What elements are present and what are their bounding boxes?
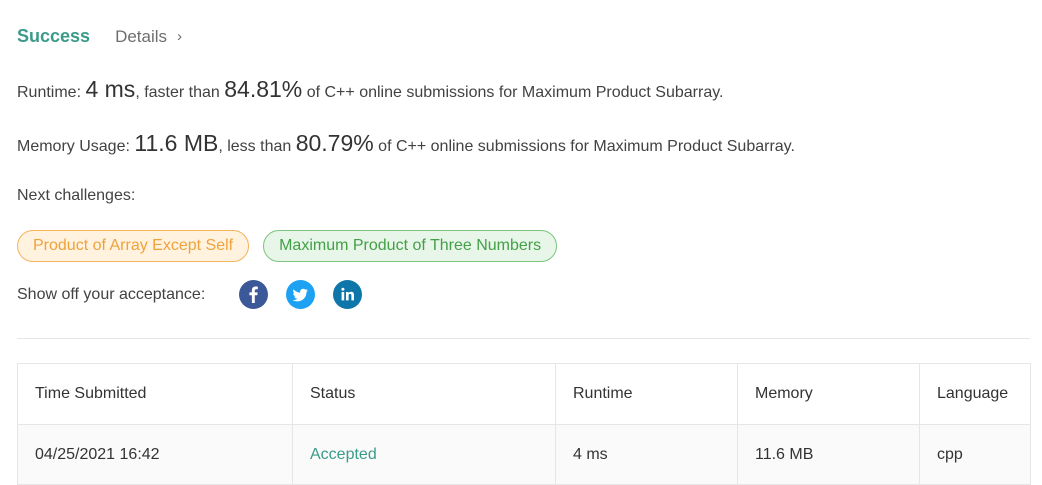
table-header-row: Time Submitted Status Runtime Memory Lan…: [17, 363, 1031, 425]
success-status: Success: [17, 26, 91, 46]
header-memory: Memory: [737, 363, 920, 425]
cell-runtime: 4 ms: [555, 424, 738, 485]
share-label: Show off your acceptance:: [17, 285, 206, 303]
linkedin-glyph: [341, 287, 355, 301]
twitter-glyph: [292, 288, 309, 302]
share-row: Show off your acceptance:: [17, 280, 380, 309]
accepted-link[interactable]: Accepted: [310, 446, 377, 463]
divider: [17, 338, 1030, 339]
facebook-icon[interactable]: [239, 280, 269, 309]
facebook-glyph: [249, 286, 259, 303]
details-link[interactable]: Details ›: [115, 27, 182, 47]
header-language: Language: [919, 363, 1031, 425]
linkedin-icon[interactable]: [333, 280, 363, 309]
runtime-percent: 84.81%: [224, 76, 303, 102]
result-header: Success Details ›: [17, 26, 182, 47]
challenge-chip-max-product-three[interactable]: Maximum Product of Three Numbers: [263, 230, 558, 262]
submission-result-page: Success Details › Runtime: 4 ms, faster …: [0, 0, 1042, 485]
runtime-value: 4 ms: [85, 76, 136, 102]
memory-suffix: of C++ online submissions for Maximum Pr…: [373, 138, 795, 155]
cell-time-submitted: 04/25/2021 16:42: [17, 424, 293, 485]
table-row: 04/25/2021 16:42 Accepted 4 ms 11.6 MB c…: [17, 424, 1031, 485]
header-runtime: Runtime: [555, 363, 738, 425]
memory-label: Memory Usage:: [17, 138, 135, 155]
header-time-submitted: Time Submitted: [17, 363, 293, 425]
memory-mid: , less than: [218, 138, 296, 155]
runtime-mid: , faster than: [135, 84, 225, 101]
memory-value: 11.6 MB: [134, 130, 219, 156]
runtime-label: Runtime:: [17, 84, 86, 101]
cell-memory: 11.6 MB: [737, 424, 920, 485]
twitter-icon[interactable]: [286, 280, 316, 309]
cell-language: cpp: [919, 424, 1031, 485]
memory-percent: 80.79%: [295, 130, 374, 156]
chevron-right-icon: ›: [177, 28, 183, 45]
runtime-stat: Runtime: 4 ms, faster than 84.81% of C++…: [17, 76, 723, 103]
next-challenges-list: Product of Array Except Self Maximum Pro…: [17, 230, 571, 262]
submissions-table: Time Submitted Status Runtime Memory Lan…: [17, 363, 1031, 485]
memory-stat: Memory Usage: 11.6 MB, less than 80.79% …: [17, 130, 795, 157]
challenge-chip-product-of-array[interactable]: Product of Array Except Self: [17, 230, 250, 262]
runtime-suffix: of C++ online submissions for Maximum Pr…: [302, 84, 724, 101]
header-status: Status: [292, 363, 556, 425]
cell-status: Accepted: [292, 424, 556, 485]
next-challenges-label: Next challenges:: [17, 187, 136, 204]
details-label: Details: [115, 26, 168, 46]
